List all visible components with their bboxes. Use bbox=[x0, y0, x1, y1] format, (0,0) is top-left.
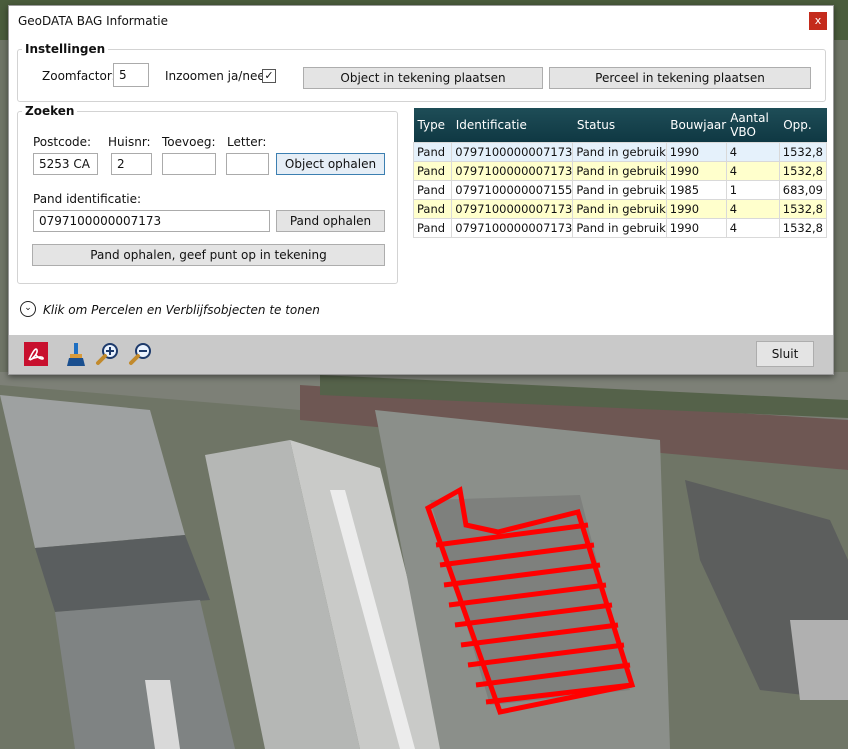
huisnr-input[interactable]: 2 bbox=[111, 153, 152, 175]
window-title: GeoDATA BAG Informatie bbox=[18, 14, 168, 28]
letter-label: Letter: bbox=[227, 135, 267, 149]
cell-opp: 1532,8 bbox=[778, 142, 828, 162]
toevoeg-input[interactable] bbox=[162, 153, 216, 175]
cell-type: Pand bbox=[412, 180, 453, 200]
cell-aantal-vbo: 4 bbox=[725, 218, 780, 238]
col-aantal-vbo[interactable]: Aantal VBO bbox=[726, 108, 780, 143]
cell-status: Pand in gebruik bbox=[572, 180, 667, 200]
sluit-button[interactable]: Sluit bbox=[756, 341, 814, 367]
cell-opp: 1532,8 bbox=[778, 199, 828, 219]
cell-bouwjaar: 1985 bbox=[665, 180, 727, 200]
results-table[interactable]: Type Identificatie Status Bouwjaar Aanta… bbox=[412, 108, 828, 238]
pand-ophalen-punt-button[interactable]: Pand ophalen, geef punt op in tekening bbox=[32, 244, 385, 266]
brush-icon[interactable] bbox=[63, 341, 89, 367]
perceel-in-tekening-plaatsen-button[interactable]: Perceel in tekening plaatsen bbox=[549, 67, 811, 89]
pand-ophalen-button[interactable]: Pand ophalen bbox=[276, 210, 385, 232]
cell-bouwjaar: 1990 bbox=[665, 161, 727, 181]
cell-aantal-vbo: 4 bbox=[725, 199, 780, 219]
cell-status: Pand in gebruik bbox=[572, 218, 667, 238]
zoom-in-icon[interactable] bbox=[95, 341, 121, 367]
pand-identificatie-label: Pand identificatie: bbox=[33, 192, 142, 206]
huisnr-label: Huisnr: bbox=[108, 135, 151, 149]
cell-status: Pand in gebruik bbox=[572, 142, 667, 162]
cell-bouwjaar: 1990 bbox=[665, 142, 727, 162]
cell-opp: 683,09 bbox=[778, 180, 828, 200]
cell-opp: 1532,8 bbox=[778, 161, 828, 181]
zoeken-legend: Zoeken bbox=[25, 104, 75, 118]
cell-aantal-vbo: 4 bbox=[725, 161, 780, 181]
object-ophalen-button[interactable]: Object ophalen bbox=[276, 153, 385, 175]
title-bar[interactable]: GeoDATA BAG Informatie x bbox=[9, 6, 833, 36]
col-identificatie[interactable]: Identificatie bbox=[451, 108, 573, 143]
close-button[interactable]: x bbox=[809, 12, 827, 30]
cell-type: Pand bbox=[412, 142, 453, 162]
pand-identificatie-input[interactable]: 0797100000007173 bbox=[33, 210, 270, 232]
cell-identificatie: 0797100000007173 bbox=[451, 199, 574, 219]
cell-type: Pand bbox=[412, 199, 453, 219]
cell-type: Pand bbox=[412, 218, 453, 238]
col-opp[interactable]: Opp. bbox=[779, 108, 827, 143]
zoomfactor-input[interactable]: 5 bbox=[113, 63, 149, 87]
bottom-toolbar: Sluit bbox=[9, 335, 833, 374]
table-header-row: Type Identificatie Status Bouwjaar Aanta… bbox=[413, 108, 827, 143]
cell-opp: 1532,8 bbox=[778, 218, 828, 238]
table-row[interactable]: Pand 0797100000007173 Pand in gebruik 19… bbox=[412, 218, 828, 238]
cell-status: Pand in gebruik bbox=[572, 199, 667, 219]
chevron-down-icon[interactable]: ⌄ bbox=[20, 301, 36, 317]
cell-identificatie: 0797100000007155 bbox=[451, 180, 574, 200]
cell-identificatie: 0797100000007173 bbox=[451, 161, 574, 181]
zoom-out-icon[interactable] bbox=[128, 341, 154, 367]
toevoeg-label: Toevoeg: bbox=[162, 135, 216, 149]
table-row[interactable]: Pand 0797100000007155 Pand in gebruik 19… bbox=[412, 180, 828, 200]
cell-identificatie: 0797100000007173 bbox=[451, 218, 574, 238]
cell-aantal-vbo: 4 bbox=[725, 142, 780, 162]
table-row[interactable]: Pand 0797100000007173 Pand in gebruik 19… bbox=[412, 199, 828, 219]
inzoomen-checkbox[interactable]: ✓ bbox=[262, 69, 276, 83]
table-row[interactable]: Pand 0797100000007173 Pand in gebruik 19… bbox=[412, 161, 828, 181]
cell-bouwjaar: 1990 bbox=[665, 199, 727, 219]
expander-label[interactable]: Klik om Percelen en Verblijfsobjecten te… bbox=[43, 303, 320, 317]
col-bouwjaar[interactable]: Bouwjaar bbox=[666, 108, 727, 143]
instellingen-legend: Instellingen bbox=[25, 42, 106, 56]
object-in-tekening-plaatsen-button[interactable]: Object in tekening plaatsen bbox=[303, 67, 543, 89]
postcode-input[interactable]: 5253 CA bbox=[33, 153, 98, 175]
letter-input[interactable] bbox=[226, 153, 269, 175]
col-type[interactable]: Type bbox=[413, 108, 452, 143]
cell-identificatie: 0797100000007173 bbox=[451, 142, 574, 162]
bag-informatie-dialog: GeoDATA BAG Informatie x Instellingen Zo… bbox=[8, 5, 834, 375]
inzoomen-label: Inzoomen ja/nee: bbox=[165, 69, 269, 83]
table-row[interactable]: Pand 0797100000007173 Pand in gebruik 19… bbox=[412, 142, 828, 162]
cell-bouwjaar: 1990 bbox=[665, 218, 727, 238]
zoomfactor-label: Zoomfactor: bbox=[42, 69, 116, 83]
cell-status: Pand in gebruik bbox=[572, 161, 667, 181]
col-status[interactable]: Status bbox=[572, 108, 667, 143]
cell-aantal-vbo: 1 bbox=[725, 180, 780, 200]
cell-type: Pand bbox=[412, 161, 453, 181]
postcode-label: Postcode: bbox=[33, 135, 92, 149]
pdf-icon[interactable] bbox=[23, 341, 49, 367]
